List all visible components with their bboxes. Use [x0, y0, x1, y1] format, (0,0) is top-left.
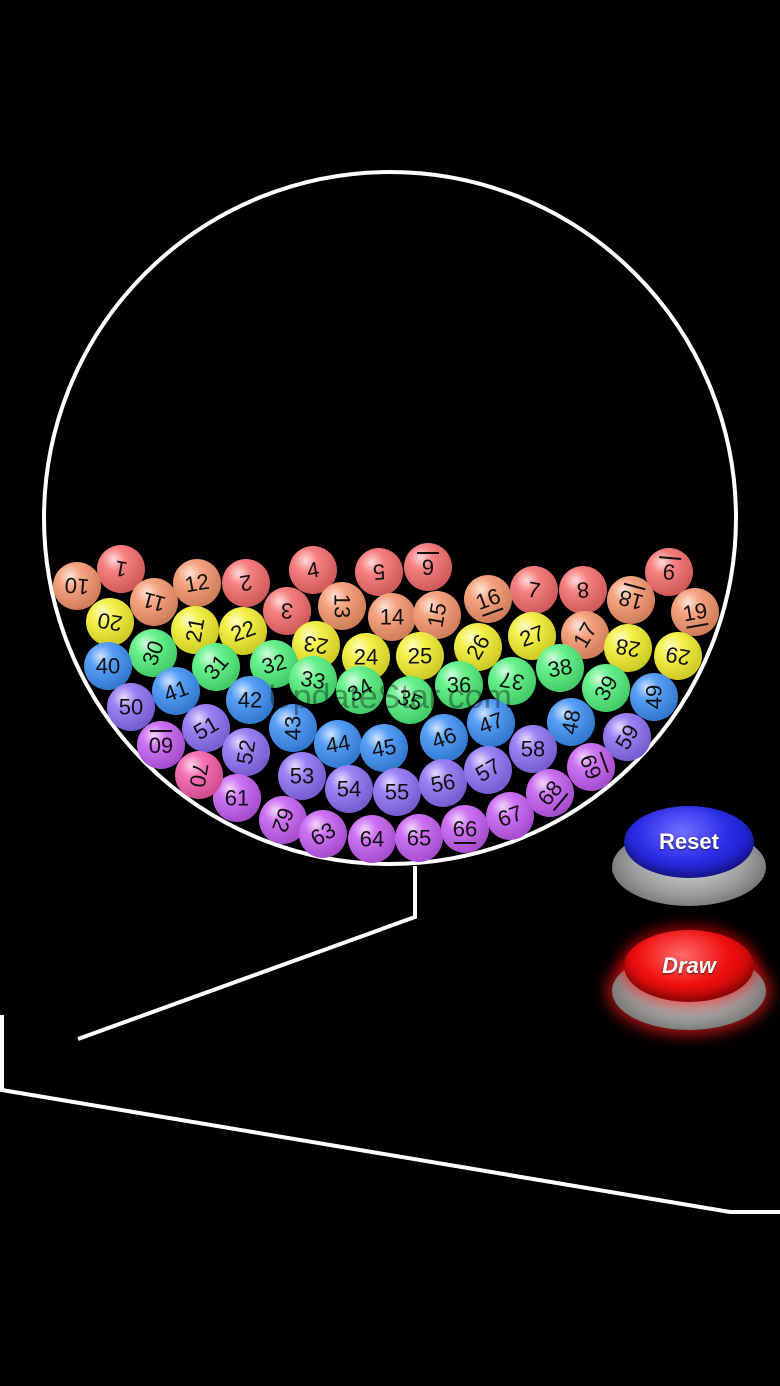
ball-number: 48 [557, 708, 586, 736]
ball-44: 44 [314, 720, 362, 768]
ball-number: 55 [385, 780, 409, 805]
draw-button[interactable]: Draw [612, 930, 766, 1030]
ball-13: 13 [318, 582, 366, 630]
ball-39: 39 [582, 664, 630, 712]
ball-10: 10 [53, 562, 101, 610]
ball-number: 24 [354, 645, 378, 670]
ball-2: 2 [222, 559, 270, 607]
ball-number: 70 [185, 761, 214, 789]
ball-number: 54 [337, 777, 361, 802]
ball-57: 57 [464, 746, 512, 794]
ball-42: 42 [226, 676, 274, 724]
ball-number: 25 [408, 644, 432, 669]
reset-button-cap[interactable]: Reset [624, 806, 754, 878]
ball-number: 56 [429, 769, 457, 798]
ball-number: 3 [280, 598, 294, 624]
draw-button-cap[interactable]: Draw [624, 930, 754, 1002]
ball-16: 16 [464, 575, 512, 623]
ball-6: 6 [404, 543, 452, 591]
ball-11: 11 [130, 578, 178, 626]
ball-18: 18 [607, 576, 655, 624]
ball-number: 15 [423, 601, 452, 629]
ball-54: 54 [325, 765, 373, 813]
ball-number: 61 [225, 786, 249, 811]
ball-number: 6 [422, 555, 434, 580]
ball-25: 25 [396, 632, 444, 680]
ball-69: 69 [567, 743, 615, 791]
ball-number: 58 [521, 737, 545, 762]
game-canvas: 1234 5 67 8910111213 14 15161718 1920 21 22 23 24 2… [0, 170, 780, 1214]
ball-51: 51 [182, 704, 230, 752]
ball-8: 8 [559, 566, 607, 614]
ball-46: 46 [420, 714, 468, 762]
ball-55: 55 [373, 768, 421, 816]
ball-number: 19 [681, 598, 709, 627]
ball-68: 68 [526, 769, 574, 817]
ball-52: 52 [222, 728, 270, 776]
ball-19: 19 [671, 588, 719, 636]
watermark: UpdateStar.com [268, 678, 512, 716]
ball-number: 38 [546, 654, 574, 683]
ball-chute [77, 866, 417, 1041]
ball-number: 28 [614, 634, 642, 663]
reset-button-label: Reset [659, 829, 719, 854]
ball-5: 5 [355, 548, 403, 596]
ball-40: 40 [84, 642, 132, 690]
ball-20: 20 [86, 598, 134, 646]
ball-number: 49 [642, 685, 667, 709]
ball-number: 10 [64, 572, 91, 599]
ball-60: 60 [137, 721, 185, 769]
ball-65: 65 [395, 814, 443, 862]
ball-56: 56 [419, 759, 467, 807]
ball-number: 45 [370, 734, 398, 763]
draw-button-label: Draw [662, 953, 716, 978]
ball-number: 50 [119, 695, 143, 720]
ball-number: 64 [360, 827, 384, 852]
ball-67: 67 [486, 792, 534, 840]
ball-45: 45 [360, 724, 408, 772]
ball-number: 40 [96, 654, 120, 679]
ball-number: 8 [576, 577, 590, 603]
ball-number: 42 [238, 688, 262, 713]
ball-12: 12 [173, 559, 221, 607]
ball-66: 66 [441, 805, 489, 853]
ball-number: 65 [407, 826, 431, 851]
ball-number: 44 [324, 730, 352, 759]
ball-15: 15 [413, 591, 461, 639]
ball-number: 29 [664, 642, 692, 671]
ball-14: 14 [368, 593, 416, 641]
ball-number: 60 [149, 733, 173, 758]
ball-number: 52 [232, 738, 261, 766]
ball-number: 66 [453, 817, 477, 842]
reset-button[interactable]: Reset [612, 806, 766, 906]
ball-number: 43 [281, 716, 306, 740]
ball-41: 41 [152, 667, 200, 715]
ball-38: 38 [536, 644, 584, 692]
ball-58: 58 [509, 725, 557, 773]
collection-tray [0, 1015, 780, 1214]
ball-number: 14 [380, 605, 404, 630]
ball-number: 5 [372, 559, 386, 585]
ball-number: 20 [96, 608, 124, 637]
ball-70: 70 [175, 751, 223, 799]
ball-53: 53 [278, 752, 326, 800]
ball-number: 23 [302, 631, 330, 660]
ball-number: 21 [181, 616, 210, 644]
ball-49: 49 [630, 673, 678, 721]
ball-number: 53 [290, 764, 314, 789]
ball-50: 50 [107, 683, 155, 731]
ball-number: 12 [183, 569, 211, 598]
ball-number: 9 [662, 559, 676, 585]
ball-64: 64 [348, 815, 396, 863]
ball-7: 7 [510, 566, 558, 614]
ball-29: 29 [654, 632, 702, 680]
ball-number: 13 [330, 594, 355, 618]
ball-63: 63 [299, 810, 347, 858]
